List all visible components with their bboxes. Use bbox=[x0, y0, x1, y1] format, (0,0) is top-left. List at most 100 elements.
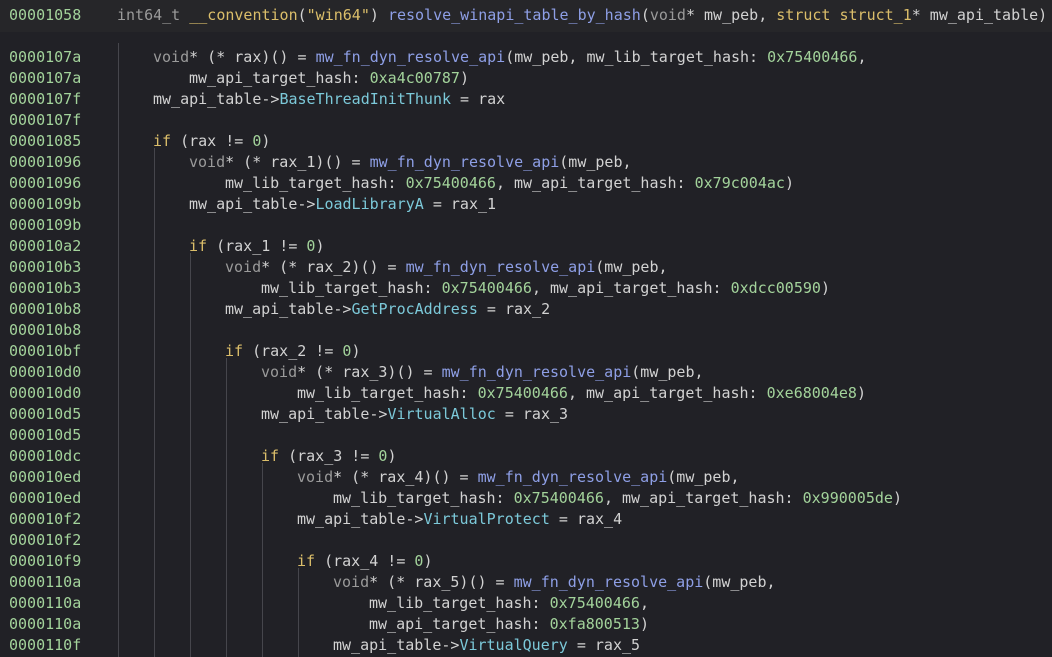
line-code[interactable]: mw_lib_target_hash: 0x75400466, mw_api_t… bbox=[297, 383, 866, 404]
code-token[interactable]: (rax_4 != bbox=[315, 552, 414, 570]
code-token[interactable]: 0xdcc00590 bbox=[731, 279, 821, 297]
code-token[interactable]: 0x75400466 bbox=[550, 594, 640, 612]
code-token[interactable]: if bbox=[261, 447, 279, 465]
code-token[interactable]: mw_fn_dyn_resolve_api bbox=[514, 573, 704, 591]
line-code[interactable]: if (rax != 0) bbox=[153, 131, 270, 152]
code-token[interactable]: , mw_api_target_hash: bbox=[604, 489, 803, 507]
code-token[interactable]: if bbox=[189, 237, 207, 255]
code-token[interactable]: "win64" bbox=[307, 6, 370, 24]
code-token[interactable]: 0x75400466 bbox=[767, 48, 857, 66]
code-token[interactable]: ) bbox=[821, 279, 830, 297]
code-token[interactable]: if bbox=[225, 342, 243, 360]
code-token[interactable]: = rax bbox=[451, 90, 505, 108]
code-token[interactable]: void bbox=[261, 363, 297, 381]
code-token[interactable]: ) bbox=[315, 237, 324, 255]
code-token[interactable]: VirtualAlloc bbox=[387, 405, 495, 423]
code-token[interactable]: mw_api_table-> bbox=[261, 405, 387, 423]
code-token[interactable]: * (* rax_4)() = bbox=[333, 468, 478, 486]
code-token[interactable]: * (* rax_1)() = bbox=[225, 153, 370, 171]
code-token[interactable]: (mw_peb, mw_lib_target_hash: bbox=[505, 48, 767, 66]
code-token[interactable]: = rax_5 bbox=[568, 636, 640, 654]
code-token[interactable]: mw_fn_dyn_resolve_api bbox=[370, 153, 560, 171]
code-token[interactable]: void bbox=[297, 468, 333, 486]
code-token[interactable]: mw_api_table-> bbox=[333, 636, 459, 654]
line-code[interactable]: void* (* rax)() = mw_fn_dyn_resolve_api(… bbox=[153, 47, 866, 68]
line-code[interactable]: mw_api_target_hash: 0xfa800513) bbox=[369, 614, 649, 635]
code-token[interactable]: resolve_winapi_table_by_hash bbox=[388, 6, 641, 24]
code-token[interactable]: (mw_peb, bbox=[631, 363, 703, 381]
code-token[interactable]: ) bbox=[640, 615, 649, 633]
code-token[interactable]: , bbox=[857, 48, 866, 66]
code-token[interactable]: = rax_4 bbox=[550, 510, 622, 528]
code-token[interactable]: mw_fn_dyn_resolve_api bbox=[478, 468, 668, 486]
line-code[interactable]: void* (* rax_3)() = mw_fn_dyn_resolve_ap… bbox=[261, 362, 704, 383]
decompiler-view[interactable]: 00001058 int64_t __convention("win64") r… bbox=[0, 0, 1052, 657]
code-token[interactable]: mw_fn_dyn_resolve_api bbox=[442, 363, 632, 381]
code-token[interactable]: mw_lib_target_hash: bbox=[261, 279, 442, 297]
code-token[interactable]: 0xa4c00787 bbox=[370, 69, 460, 87]
code-token[interactable]: * (* rax)() = bbox=[189, 48, 315, 66]
code-token[interactable]: = rax_3 bbox=[496, 405, 568, 423]
code-token[interactable]: ) bbox=[261, 132, 270, 150]
code-token[interactable]: mw_lib_target_hash: bbox=[369, 594, 550, 612]
line-code[interactable]: mw_lib_target_hash: 0x75400466, mw_api_t… bbox=[333, 488, 902, 509]
code-token[interactable]: mw_api_target_hash: bbox=[369, 615, 550, 633]
line-code[interactable]: mw_api_target_hash: 0xa4c00787) bbox=[189, 68, 469, 89]
line-code[interactable]: if (rax_3 != 0) bbox=[261, 446, 396, 467]
code-token[interactable]: ) bbox=[785, 174, 794, 192]
code-token[interactable]: (mw_peb, bbox=[703, 573, 775, 591]
code-token[interactable]: * (* rax_3)() = bbox=[297, 363, 442, 381]
code-token[interactable]: (rax_3 != bbox=[279, 447, 378, 465]
line-code[interactable]: mw_api_table->LoadLibraryA = rax_1 bbox=[189, 194, 496, 215]
code-token[interactable]: mw_api_table-> bbox=[153, 90, 279, 108]
code-token[interactable]: = rax_2 bbox=[478, 300, 550, 318]
code-token[interactable]: if bbox=[297, 552, 315, 570]
function-signature[interactable]: int64_t __convention("win64") resolve_wi… bbox=[117, 6, 1047, 24]
code-token[interactable]: (mw_peb, bbox=[667, 468, 739, 486]
code-token[interactable]: ) bbox=[351, 342, 360, 360]
line-code[interactable]: void* (* rax_5)() = mw_fn_dyn_resolve_ap… bbox=[333, 572, 776, 593]
code-token[interactable]: * (* rax_2)() = bbox=[261, 258, 406, 276]
code-token[interactable]: mw_api_table-> bbox=[189, 195, 315, 213]
code-token[interactable]: mw_lib_target_hash: bbox=[225, 174, 406, 192]
code-token[interactable]: 0xfa800513 bbox=[550, 615, 640, 633]
code-token[interactable]: void bbox=[189, 153, 225, 171]
code-token[interactable]: * mw_api_table) bbox=[912, 6, 1047, 24]
code-token[interactable]: VirtualQuery bbox=[459, 636, 567, 654]
code-token[interactable]: ) bbox=[423, 552, 432, 570]
code-token[interactable]: mw_lib_target_hash: bbox=[297, 384, 478, 402]
code-token[interactable]: ) bbox=[370, 6, 388, 24]
code-token[interactable]: if bbox=[153, 132, 171, 150]
code-token[interactable]: (rax_2 != bbox=[243, 342, 342, 360]
code-token[interactable]: void bbox=[225, 258, 261, 276]
line-code[interactable]: mw_lib_target_hash: 0x75400466, mw_api_t… bbox=[225, 173, 794, 194]
code-token[interactable]: 0x75400466 bbox=[514, 489, 604, 507]
code-token[interactable]: void bbox=[650, 6, 686, 24]
line-code[interactable]: if (rax_1 != 0) bbox=[189, 236, 324, 257]
code-token[interactable]: (mw_peb, bbox=[595, 258, 667, 276]
line-code[interactable]: if (rax_2 != 0) bbox=[225, 341, 360, 362]
function-signature-line[interactable]: 00001058 int64_t __convention("win64") r… bbox=[0, 0, 1052, 32]
code-token[interactable]: __convention bbox=[189, 6, 297, 24]
code-token[interactable]: BaseThreadInitThunk bbox=[279, 90, 451, 108]
code-token[interactable]: = rax_1 bbox=[424, 195, 496, 213]
code-token[interactable]: ) bbox=[857, 384, 866, 402]
code-token[interactable]: mw_fn_dyn_resolve_api bbox=[316, 48, 506, 66]
code-token[interactable]: , bbox=[640, 594, 649, 612]
line-code[interactable]: mw_lib_target_hash: 0x75400466, bbox=[369, 593, 649, 614]
code-token[interactable]: , mw_api_target_hash: bbox=[568, 384, 767, 402]
line-code[interactable]: mw_api_table->BaseThreadInitThunk = rax bbox=[153, 89, 505, 110]
code-token[interactable]: ( bbox=[641, 6, 650, 24]
code-token[interactable]: mw_api_table-> bbox=[297, 510, 423, 528]
line-code[interactable]: mw_lib_target_hash: 0x75400466, mw_api_t… bbox=[261, 278, 830, 299]
code-token[interactable]: mw_api_table-> bbox=[225, 300, 351, 318]
code-token[interactable]: , mw_api_target_hash: bbox=[532, 279, 731, 297]
code-token[interactable]: VirtualProtect bbox=[423, 510, 549, 528]
code-token[interactable]: 0x990005de bbox=[803, 489, 893, 507]
code-token[interactable]: ( bbox=[298, 6, 307, 24]
code-token[interactable]: int64_t bbox=[117, 6, 189, 24]
code-token[interactable]: mw_lib_target_hash: bbox=[333, 489, 514, 507]
code-token[interactable]: LoadLibraryA bbox=[315, 195, 423, 213]
line-code[interactable]: void* (* rax_4)() = mw_fn_dyn_resolve_ap… bbox=[297, 467, 740, 488]
code-token[interactable]: 0x75400466 bbox=[406, 174, 496, 192]
